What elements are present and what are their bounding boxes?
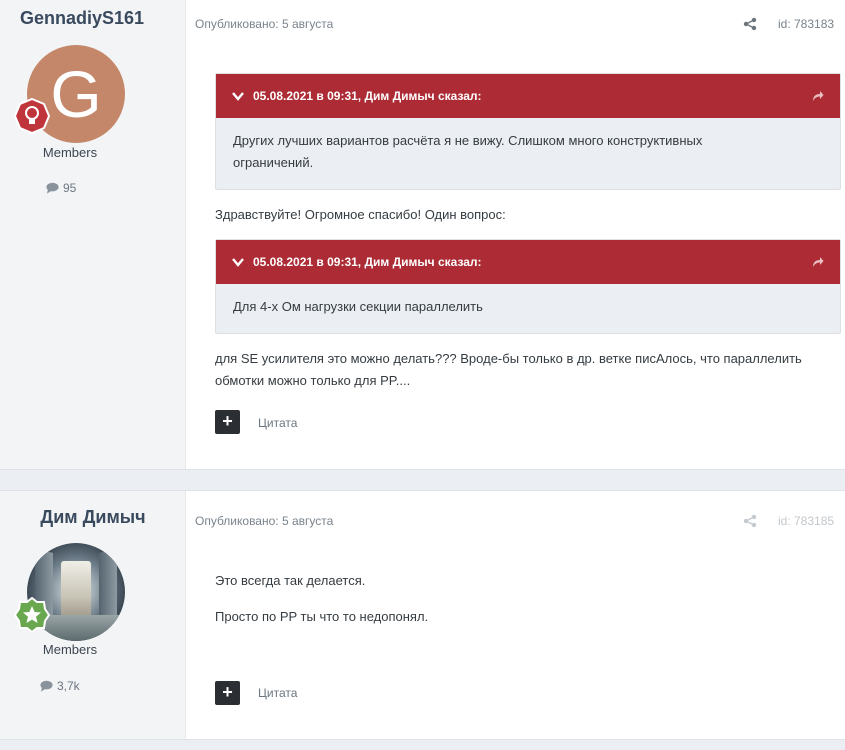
- post-count-value: 95: [63, 181, 77, 195]
- post-text: Это всегда так делается.: [215, 573, 366, 588]
- share-icon[interactable]: [743, 514, 757, 528]
- post-text: Здравствуйте! Огромное спасибо! Один воп…: [215, 207, 506, 222]
- quote-author: 05.08.2021 в 09:31, Дим Димыч сказал:: [253, 89, 482, 103]
- quote-block: 05.08.2021 в 09:31, Дим Димыч сказал: Дл…: [215, 239, 841, 334]
- reply-arrow-icon[interactable]: [812, 90, 824, 102]
- post-id: id: 783185: [778, 514, 835, 528]
- published-date[interactable]: Опубликовано: 5 августа: [195, 514, 333, 528]
- post-783185: Дим Димыч Members 3,7k Опубликовано: 5 а…: [0, 490, 845, 740]
- post-783183: GennadiyS161 G Members 95 Опубликовано: …: [0, 0, 845, 470]
- quote-header[interactable]: 05.08.2021 в 09:31, Дим Димыч сказал:: [216, 240, 840, 284]
- comment-icon: [46, 182, 59, 194]
- author-panel: GennadiyS161 G Members 95: [0, 0, 186, 469]
- post-count: 95: [46, 181, 76, 195]
- author-panel: Дим Димыч Members 3,7k: [0, 491, 186, 739]
- post-id: id: 783183: [778, 17, 835, 31]
- published-date[interactable]: Опубликовано: 5 августа: [195, 17, 333, 31]
- post-text: Просто по PP ты что то недопонял.: [215, 609, 429, 624]
- post-text: для SE усилителя это можно делать??? Вро…: [215, 351, 802, 388]
- chevron-down-icon[interactable]: [231, 89, 245, 103]
- member-role: Members: [42, 642, 98, 657]
- author-name[interactable]: Дим Димыч: [0, 507, 186, 528]
- post-count: 3,7k: [40, 679, 80, 693]
- post-count-value: 3,7k: [57, 679, 80, 693]
- quote-body: Для 4-х Ом нагрузки секции параллелить: [233, 299, 483, 314]
- quote-author: 05.08.2021 в 09:31, Дим Димыч сказал:: [253, 255, 482, 269]
- share-icon[interactable]: [743, 17, 757, 31]
- quote-body: Других лучших вариантов расчёта я не виж…: [233, 133, 703, 170]
- multiquote-add-button[interactable]: +: [215, 681, 240, 705]
- comment-icon: [40, 680, 53, 692]
- quote-block: 05.08.2021 в 09:31, Дим Димыч сказал: Др…: [215, 73, 841, 190]
- quote-header[interactable]: 05.08.2021 в 09:31, Дим Димыч сказал:: [216, 74, 840, 118]
- multiquote-add-button[interactable]: +: [215, 410, 240, 434]
- member-role: Members: [42, 145, 98, 160]
- quote-button[interactable]: Цитата: [258, 416, 297, 430]
- author-name[interactable]: GennadiyS161: [0, 8, 202, 29]
- star-icon: [14, 597, 50, 633]
- lightbulb-icon: [14, 98, 50, 134]
- quote-button[interactable]: Цитата: [258, 686, 297, 700]
- reply-arrow-icon[interactable]: [812, 256, 824, 268]
- chevron-down-icon[interactable]: [231, 255, 245, 269]
